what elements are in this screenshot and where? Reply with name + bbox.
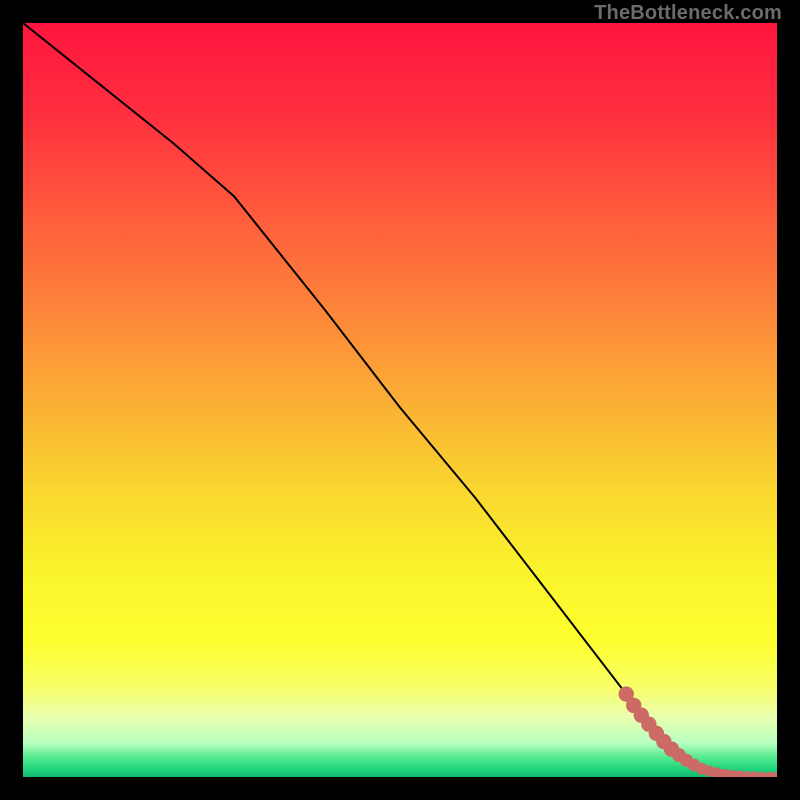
chart-svg xyxy=(23,23,777,777)
chart-stage: TheBottleneck.com xyxy=(0,0,800,800)
plot-area xyxy=(23,23,777,777)
gradient-panel xyxy=(23,23,777,777)
attribution-text: TheBottleneck.com xyxy=(594,2,782,25)
